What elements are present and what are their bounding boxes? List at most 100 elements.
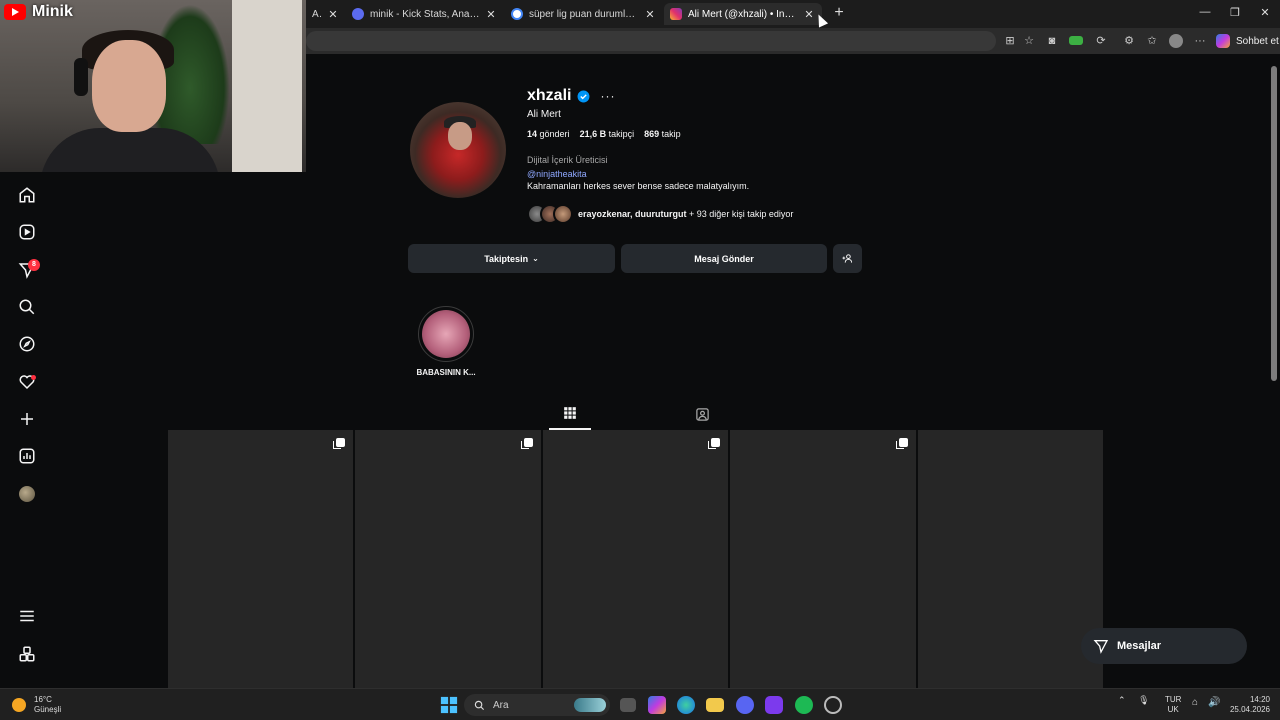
close-window-icon[interactable]: ✕ <box>1250 6 1280 19</box>
taskbar-search[interactable]: Ara <box>464 694 610 716</box>
profile-picture[interactable] <box>408 100 508 200</box>
home-icon[interactable] <box>17 185 37 205</box>
file-explorer-icon[interactable] <box>706 698 724 712</box>
messages-button[interactable]: Mesajlar <box>1081 628 1247 664</box>
app-icon[interactable] <box>765 696 783 714</box>
scrollbar-thumb[interactable] <box>1271 66 1277 381</box>
spotify-icon[interactable] <box>795 696 813 714</box>
search-highlight-icon <box>574 698 606 712</box>
weather-temperature: 16°C <box>34 695 52 704</box>
post-thumbnail[interactable] <box>917 430 1104 688</box>
discord-icon[interactable] <box>736 696 754 714</box>
copilot-app-icon[interactable] <box>648 696 666 714</box>
refresh-extension-icon[interactable]: ⟳ <box>1094 34 1108 48</box>
post-thumbnail[interactable] <box>168 430 354 688</box>
extension-icon[interactable]: ◙ <box>1045 34 1059 48</box>
app-available-icon[interactable]: ⊞ <box>1003 34 1017 48</box>
profile-stats: 14 gönderi 21,6 B takipçi 869 takip <box>527 129 681 139</box>
followed-by-rest: + 93 diğer kişi takip ediyor <box>686 209 794 219</box>
task-view-icon[interactable] <box>620 698 636 712</box>
new-tab-button[interactable]: + <box>831 4 847 22</box>
notification-badge: 8 <box>28 259 40 271</box>
network-icon[interactable]: ⌂ <box>1192 697 1198 708</box>
also-from-meta-icon[interactable] <box>17 644 37 664</box>
profile-category: Dijital İçerik Üreticisi <box>527 155 608 165</box>
browser-tab[interactable]: süper lig puan durumları - Google ✕ <box>505 3 663 25</box>
webcam-overlay: Minik <box>0 0 306 172</box>
youtube-logo-icon <box>4 4 26 20</box>
tab-title: Ali Mert (@xhzali) • Instagram foto <box>688 8 798 20</box>
battery-extension-icon[interactable] <box>1069 36 1083 45</box>
weather-widget[interactable]: 16°C Güneşli <box>12 695 61 715</box>
keyboard-layout: UK <box>1167 705 1179 714</box>
carousel-icon <box>708 438 721 449</box>
taskbar-search-placeholder: Ara <box>493 699 509 711</box>
background-door <box>232 0 302 172</box>
verified-badge-icon <box>578 90 590 102</box>
profile-avatar-icon[interactable] <box>1169 34 1183 48</box>
dashboard-icon[interactable] <box>17 446 37 466</box>
page-scrollbar[interactable] <box>1268 54 1280 688</box>
post-thumbnail[interactable] <box>542 430 729 688</box>
send-message-label: Mesaj Gönder <box>694 253 754 264</box>
followers-stat[interactable]: 21,6 B takipçi <box>580 129 635 139</box>
following-label: takip <box>661 129 681 139</box>
chevron-up-icon[interactable]: ⌃ <box>1118 695 1126 705</box>
copilot-label: Sohbet et <box>1236 35 1279 47</box>
suggested-users-button[interactable] <box>833 244 862 273</box>
search-icon[interactable] <box>17 297 37 317</box>
highlight-cover <box>422 310 470 358</box>
sun-icon <box>12 698 26 712</box>
options-ellipsis-icon[interactable]: ··· <box>600 89 615 103</box>
explore-compass-icon[interactable] <box>17 334 37 354</box>
favorites-icon[interactable]: ✩ <box>1145 34 1159 48</box>
system-clock[interactable]: 14:20 25.04.2026 <box>1226 695 1270 715</box>
windows-start-icon[interactable] <box>440 696 458 714</box>
close-tab-icon[interactable]: ✕ <box>643 8 657 21</box>
language-indicator[interactable]: TUR UK <box>1165 695 1181 715</box>
reels-icon[interactable] <box>17 222 37 242</box>
following-button-label: Takiptesin <box>484 253 529 264</box>
more-menu-icon[interactable]: ··· <box>1193 34 1207 48</box>
carousel-icon <box>333 438 346 449</box>
post-thumbnail[interactable] <box>355 430 541 688</box>
direct-message-icon <box>1093 640 1109 654</box>
profile-avatar[interactable] <box>19 486 35 502</box>
following-stat[interactable]: 869 takip <box>644 129 681 139</box>
microphone-icon[interactable]: 🎙 <box>1138 695 1149 705</box>
close-tab-icon[interactable]: ✕ <box>484 8 498 21</box>
close-tab-icon[interactable]: ✕ <box>326 8 340 21</box>
more-menu-icon[interactable] <box>17 606 37 626</box>
time: 14:20 <box>1249 695 1270 704</box>
carousel-icon <box>895 438 908 449</box>
bio-mention-link[interactable]: @ninjatheakita <box>527 169 587 179</box>
settings-gear-icon[interactable] <box>824 696 842 714</box>
volume-icon[interactable]: 🔊 <box>1208 697 1220 708</box>
followers-label: takipçi <box>608 129 635 139</box>
chevron-down-icon: ⌄ <box>532 254 539 263</box>
messages-label: Mesajlar <box>1117 640 1162 652</box>
tab-tagged[interactable] <box>681 398 723 430</box>
copilot-chat-button[interactable]: Sohbet et <box>1216 32 1279 50</box>
browser-tab-active[interactable]: Ali Mert (@xhzali) • Instagram foto ✕ <box>664 3 822 25</box>
favorite-star-icon[interactable]: ☆ <box>1022 34 1036 48</box>
edge-browser-icon[interactable] <box>677 696 695 714</box>
minimize-icon[interactable]: — <box>1190 6 1220 18</box>
browser-tab[interactable]: AM /K ✕ <box>306 3 346 25</box>
maximize-icon[interactable]: ❐ <box>1220 6 1250 19</box>
grid-icon <box>564 407 576 419</box>
extensions-puzzle-icon[interactable]: ⚙ <box>1122 34 1136 48</box>
address-bar[interactable] <box>306 31 996 51</box>
create-plus-icon[interactable] <box>17 409 37 429</box>
tab-posts[interactable] <box>549 398 591 430</box>
following-button[interactable]: Takiptesin ⌄ <box>408 244 615 273</box>
post-thumbnail[interactable] <box>730 430 916 688</box>
profile-bio: Kahramanları herkes sever bense sadece m… <box>527 181 750 191</box>
search-icon <box>474 700 485 710</box>
browser-tab[interactable]: minik - Kick Stats, Analytics and C ✕ <box>346 3 504 25</box>
followed-by[interactable]: erayozkenar, duuruturgut + 93 diğer kişi… <box>527 204 793 224</box>
send-message-button[interactable]: Mesaj Gönder <box>621 244 827 273</box>
story-highlight[interactable] <box>418 306 474 362</box>
instagram-favicon-icon <box>670 8 682 20</box>
system-tray[interactable]: ⌃ 🎙 <box>1118 695 1150 706</box>
